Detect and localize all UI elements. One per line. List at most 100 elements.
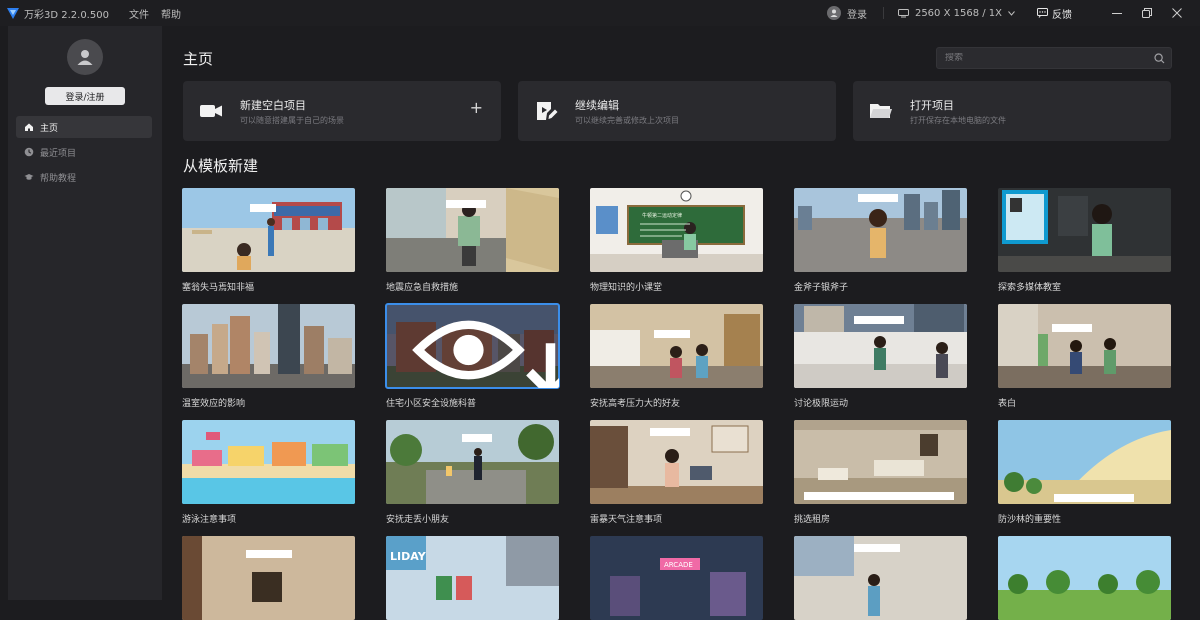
sidebar-item-recent[interactable]: 最近项目 [16,141,152,163]
template-title: 地震应急自救措施 [386,283,459,293]
action-subtitle: 可以继续完善或修改上次项目 [575,116,679,125]
template-thumbnail [998,188,1171,272]
template-card[interactable]: 挑选租房 [794,420,967,525]
page-title: 主页 [183,50,214,68]
template-thumbnail [182,536,355,620]
template-card[interactable]: 金斧子银斧子 [794,188,967,293]
app-logo-icon [7,8,19,19]
template-card[interactable]: 安抚走丢小朋友 [386,420,559,525]
template-card[interactable]: LIDAY [386,536,559,620]
template-card[interactable] [182,536,355,620]
template-card[interactable] [794,536,967,620]
template-card[interactable]: 牛顿第二运动定律 物理知识的小课堂 [590,188,763,293]
title-bar: 万彩3D 2.2.0.500 文件 帮助 登录 2560 X 1568 / 1X… [0,0,1200,26]
template-thumbnail [794,188,967,272]
user-icon [826,6,841,20]
menu-file[interactable]: 文件 [129,6,149,21]
action-subtitle: 可以随意搭建属于自己的场景 [240,116,344,125]
template-card[interactable]: 讨论极限运动 [794,304,967,409]
action-title: 新建空白项目 [240,99,306,112]
login-link[interactable]: 登录 [826,6,867,21]
user-avatar-icon [77,50,93,65]
sidebar-nav: 主页 最近项目 帮助教程 [16,116,152,191]
chevron-down-icon [1008,10,1015,16]
menu-help[interactable]: 帮助 [161,6,181,21]
template-thumbnail [998,304,1171,388]
template-thumbnail [386,188,559,272]
template-card[interactable]: 塞翁失马焉知非福 [182,188,355,293]
sidebar-item-label: 最近项目 [40,148,77,159]
template-thumbnail [998,536,1171,620]
search-box[interactable] [936,47,1172,69]
template-card[interactable]: 温室效应的影响 [182,304,355,409]
template-card[interactable]: 雷暴天气注意事项 [590,420,763,525]
template-thumbnail: LIDAY [386,536,559,620]
feedback-button[interactable]: 反馈 [1037,6,1072,21]
template-title: 物理知识的小课堂 [590,283,663,293]
sidebar-item-home[interactable]: 主页 [16,116,152,138]
template-thumbnail [182,188,355,272]
template-title: 表白 [998,399,1017,409]
download-icon[interactable] [464,338,559,388]
close-button[interactable] [1162,0,1192,26]
video-camera-icon [200,105,222,117]
new-blank-project-button[interactable]: 新建空白项目 可以随意搭建属于自己的场景 + [183,81,501,141]
template-title: 讨论极限运动 [794,399,849,409]
template-thumbnail [590,304,763,388]
template-card[interactable]: 游泳注意事项 [182,420,355,525]
graduation-cap-icon [24,174,34,180]
restore-icon [1142,8,1152,18]
feedback-label: 反馈 [1052,9,1072,21]
sidebar-item-label: 主页 [40,123,59,134]
template-card[interactable]: ARCADE [590,536,763,620]
template-thumbnail [794,304,967,388]
home-icon [25,123,33,131]
template-thumbnail: 牛顿第二运动定律 [590,188,763,272]
template-title: 安抚高考压力大的好友 [590,399,681,409]
template-thumbnail [385,303,560,389]
sidebar-item-tutorials[interactable]: 帮助教程 [16,166,152,188]
open-project-button[interactable]: 打开项目 打开保存在本地电脑的文件 [853,81,1171,141]
maximize-button[interactable] [1132,0,1162,26]
edit-play-icon [537,102,558,120]
template-title: 温室效应的影响 [182,399,246,409]
login-label: 登录 [846,9,867,21]
template-title: 塞翁失马焉知非福 [182,283,255,293]
template-card[interactable]: 安抚高考压力大的好友 [590,304,763,409]
clock-icon [24,147,34,157]
thumb-holiday-text: LIDAY [390,550,427,563]
template-title: 金斧子银斧子 [794,283,849,293]
template-section-title: 从模板新建 [183,157,259,175]
template-card[interactable] [998,536,1171,620]
resolution-selector[interactable]: 2560 X 1568 / 1X [897,7,1015,19]
template-title: 防沙林的重要性 [998,515,1062,525]
template-thumbnail [998,420,1171,504]
avatar[interactable] [67,39,103,75]
search-input[interactable] [945,53,1145,63]
app-title: 万彩3D 2.2.0.500 [24,9,109,21]
resolution-label: 2560 X 1568 / 1X [914,7,1002,19]
template-thumbnail [386,420,559,504]
template-title: 探索多媒体教室 [998,283,1062,293]
minimize-button[interactable] [1102,0,1132,26]
template-card[interactable]: 地震应急自救措施 [386,188,559,293]
template-title: 挑选租房 [794,515,831,525]
board-text: 牛顿第二运动定律 [642,212,682,219]
search-icon[interactable] [1154,53,1165,64]
login-register-button[interactable]: 登录/注册 [45,87,125,105]
folder-icon [870,104,892,118]
action-subtitle: 打开保存在本地电脑的文件 [910,116,1006,125]
sidebar-item-label: 帮助教程 [40,173,77,184]
template-card[interactable]: 表白 [998,304,1171,409]
template-card-selected[interactable]: 住宅小区安全设施科普 [385,303,560,409]
main-content: 主页 新建空白项目 可以随意搭建属于自己的场景 + 继续编辑 可以继续完善或修改… [162,26,1200,620]
template-card[interactable]: 防沙林的重要性 [998,420,1171,525]
template-card[interactable]: 探索多媒体教室 [998,188,1171,293]
template-thumbnail [794,536,967,620]
template-thumbnail [182,420,355,504]
template-title: 安抚走丢小朋友 [386,515,450,525]
feedback-icon [1037,8,1048,18]
continue-editing-button[interactable]: 继续编辑 可以继续完善或修改上次项目 [518,81,836,141]
template-thumbnail [590,420,763,504]
template-thumbnail: ARCADE [590,536,763,620]
